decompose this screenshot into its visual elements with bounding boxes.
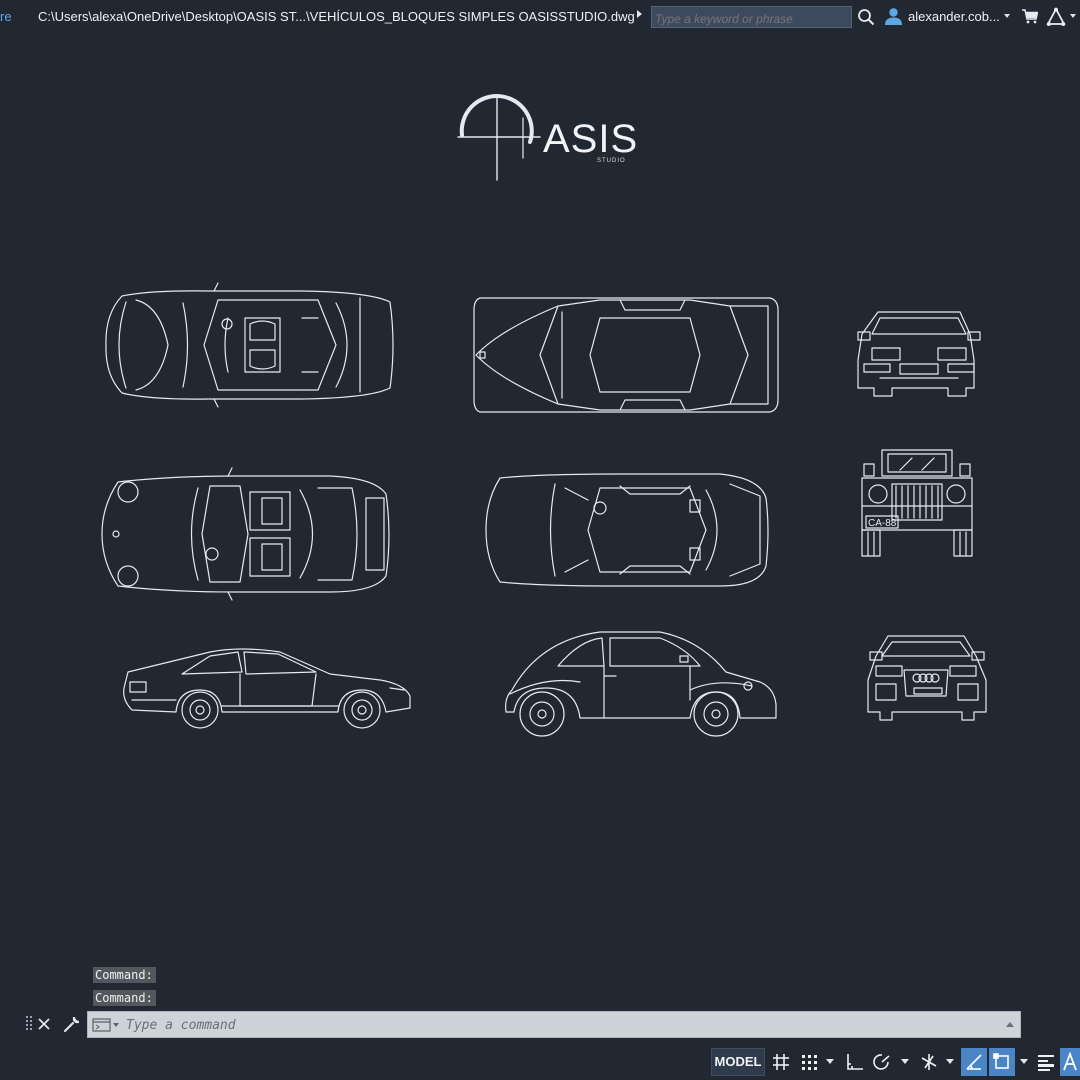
cart-icon[interactable]: [1022, 9, 1038, 24]
coupe-side-view[interactable]: [123, 648, 411, 729]
jeep-front-view[interactable]: CA-88: [861, 449, 973, 557]
object-snap-icon[interactable]: [989, 1048, 1015, 1076]
command-input[interactable]: [126, 1017, 986, 1033]
command-line-grip-icon[interactable]: [25, 1014, 33, 1034]
osnap-menu-caret-icon[interactable]: [1020, 1059, 1028, 1064]
isometric-menu-caret-icon[interactable]: [946, 1059, 954, 1064]
command-history-line: Command:: [93, 967, 156, 983]
command-history-toggle-icon[interactable]: [1006, 1022, 1014, 1027]
app-name: re: [0, 9, 12, 24]
model-space-drawing[interactable]: CA-88: [0, 34, 1080, 964]
wrench-icon[interactable]: [62, 1014, 82, 1034]
oasis-logo-mark: [457, 94, 541, 181]
title-bar: re C:\Users\alexa\OneDrive\Desktop\OASIS…: [0, 0, 1080, 34]
car-front-view[interactable]: [857, 311, 981, 397]
autodesk-icon[interactable]: [1046, 7, 1066, 27]
status-bar: MODEL: [0, 1044, 1080, 1080]
lineweight-icon[interactable]: [1034, 1048, 1058, 1076]
ortho-icon[interactable]: [843, 1048, 867, 1076]
expand-arrow-icon[interactable]: [637, 10, 642, 18]
grid-icon[interactable]: [769, 1048, 793, 1076]
model-space-tab[interactable]: MODEL: [711, 1048, 765, 1076]
oasis-logo-subtext: STUDIO: [597, 158, 626, 164]
object-snap-tracking-icon[interactable]: [961, 1048, 987, 1076]
autocad-window: re C:\Users\alexa\OneDrive\Desktop\OASIS…: [0, 0, 1080, 1080]
user-name[interactable]: alexander.cob...: [908, 9, 1000, 24]
recent-commands-icon[interactable]: [92, 1017, 120, 1033]
convertible-top-view[interactable]: [101, 467, 390, 601]
sedan-top-view[interactable]: [473, 297, 779, 413]
polar-tracking-icon[interactable]: [870, 1048, 894, 1076]
beetle-side-view[interactable]: [505, 631, 777, 737]
oasis-logo-text: ASIS: [543, 117, 639, 161]
annotation-scale-icon[interactable]: [1060, 1048, 1080, 1076]
audi-front-view[interactable]: [867, 635, 987, 721]
drawing-canvas[interactable]: CA-88 ASIS STUDIO: [0, 34, 1080, 964]
polar-menu-caret-icon[interactable]: [901, 1059, 909, 1064]
search-input[interactable]: [651, 6, 852, 28]
autodesk-menu-caret-icon[interactable]: [1070, 14, 1076, 18]
license-plate-text: CA-88: [868, 518, 897, 529]
snap-icon[interactable]: [797, 1048, 821, 1076]
file-path-title: C:\Users\alexa\OneDrive\Desktop\OASIS ST…: [38, 9, 635, 24]
user-icon[interactable]: [884, 7, 903, 26]
isometric-drafting-icon[interactable]: [917, 1048, 941, 1076]
command-line[interactable]: [87, 1011, 1021, 1038]
snap-menu-caret-icon[interactable]: [826, 1059, 834, 1064]
hatchback-top-view[interactable]: [485, 473, 769, 587]
close-icon[interactable]: [37, 1014, 51, 1034]
sports-coupe-top-view[interactable]: [105, 282, 394, 408]
search-icon[interactable]: [857, 8, 875, 26]
command-history-line: Command:: [93, 990, 156, 1006]
user-menu-caret-icon[interactable]: [1004, 14, 1010, 18]
